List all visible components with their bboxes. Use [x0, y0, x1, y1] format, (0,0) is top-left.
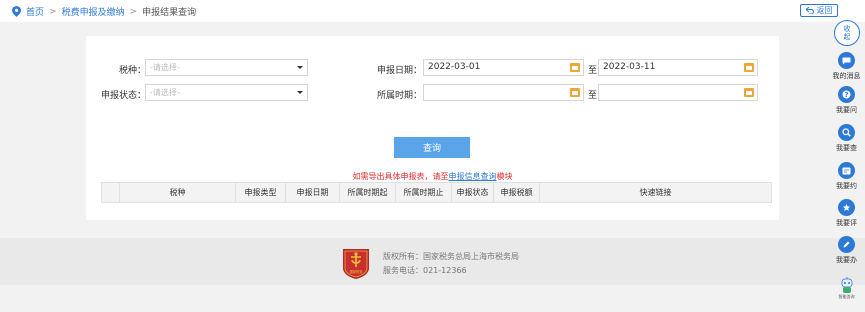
back-button-label: 返回 [816, 6, 833, 15]
pencil-icon [838, 236, 855, 253]
period-to-input[interactable] [598, 84, 758, 101]
rail-item-label: 我要约 [836, 182, 857, 190]
back-arrow-icon [805, 7, 814, 14]
declare-date-from-value: 2022-03-01 [428, 62, 481, 72]
calendar-icon[interactable] [744, 88, 754, 97]
status-select[interactable]: -请选择- [145, 84, 308, 101]
rail-item-label: 我要评 [836, 219, 857, 227]
column-header: 所属时期止 [396, 183, 452, 202]
chevron-down-icon [297, 91, 303, 94]
calendar-icon[interactable] [570, 88, 580, 97]
collapse-button[interactable]: 收 起 [834, 20, 860, 46]
query-panel: 税种： -请选择- 申报状态： -请选择- 申报日期： 2022-03-01 至… [86, 36, 779, 220]
period-range-to: 至 [588, 91, 598, 101]
top-bar: 首页 > 税费申报及缴纳 > 申报结果查询 返回 [0, 0, 865, 22]
rail-item-appointment[interactable]: 我要约 [828, 162, 865, 191]
evaluate-icon [838, 199, 855, 216]
rail-item-search[interactable]: 我要查 [828, 124, 865, 153]
copyright-text: 版权所有：国家税务总局上海市税务局 [383, 252, 519, 261]
breadcrumb-home[interactable]: 首页 [26, 5, 44, 18]
rail-item-label: 我要问 [836, 106, 857, 114]
column-header: 申报日期 [286, 183, 340, 202]
status-label: 申报状态： [100, 91, 146, 101]
question-icon: ? [838, 86, 855, 103]
back-button[interactable]: 返回 [800, 4, 838, 17]
declare-date-to-input[interactable]: 2022-03-11 [598, 59, 758, 76]
declare-date-to-value: 2022-03-11 [603, 62, 656, 72]
column-header: 申报税额 [494, 183, 540, 202]
column-header: 快速链接 [639, 188, 672, 197]
tax-type-select[interactable]: -请选择- [145, 59, 308, 76]
footer: 国家税务 版权所有：国家税务总局上海市税务局 服务电话：021-12366 [0, 238, 865, 285]
date-range-to: 至 [588, 66, 598, 76]
rail-item-label: 我要查 [836, 144, 857, 152]
rail-item-label: 我的消息 [832, 72, 861, 80]
rail-item-evaluate[interactable]: 我要评 [828, 199, 865, 228]
location-pin-icon [12, 6, 21, 17]
emblem-text: 国家税务 [350, 269, 364, 274]
breadcrumb-current: 申报结果查询 [142, 8, 197, 18]
column-header [102, 183, 120, 202]
tax-type-label: 税种： [118, 66, 146, 76]
column-header: 申报类型 [236, 183, 286, 202]
robot-assistant-label: 智能咨询 [838, 294, 855, 299]
declare-date-from-input[interactable]: 2022-03-01 [423, 59, 584, 76]
query-button[interactable]: 查询 [394, 137, 470, 158]
appointment-icon [838, 162, 855, 179]
breadcrumb: 首页 > 税费申报及缴纳 > 申报结果查询 [12, 5, 196, 18]
rail-item-handle[interactable]: 我要办 [828, 236, 865, 265]
bottom-strip [0, 285, 865, 312]
collapse-label-1: 收 [843, 25, 851, 33]
period-label: 所属时期： [376, 91, 422, 101]
chevron-down-icon [297, 66, 303, 69]
breadcrumb-separator: > [129, 6, 138, 17]
period-from-input[interactable] [423, 84, 584, 101]
declaration-info-query-link[interactable]: 申报信息查询 [449, 172, 497, 181]
collapse-label-2: 起 [843, 33, 851, 41]
results-table-header: 税种 申报类型 申报日期 所属时期起 所属时期止 申报状态 申报税额 快速链接 [101, 182, 772, 203]
robot-assistant-icon[interactable] [838, 276, 856, 294]
export-note-prefix: 如需导出具体申报表，请至 [352, 172, 449, 181]
rail-item-ask[interactable]: ? 我要问 [828, 86, 865, 115]
status-placeholder: -请选择- [150, 88, 180, 97]
breadcrumb-section[interactable]: 税费申报及缴纳 [62, 5, 125, 18]
search-icon [838, 124, 855, 141]
column-header: 所属时期起 [340, 183, 396, 202]
calendar-icon[interactable] [570, 63, 580, 72]
right-rail: 收 起 我的消息 ? 我要问 我要查 我要约 我要评 我要办 智能咨询 [828, 18, 865, 312]
export-note-suffix: 模块 [496, 172, 513, 181]
column-header: 申报状态 [452, 183, 494, 202]
svg-text:?: ? [844, 91, 848, 99]
export-note: 如需导出具体申报表，请至申报信息查询模块 [86, 171, 779, 182]
message-icon [838, 52, 855, 69]
service-phone-text: 服务电话：021-12366 [383, 266, 467, 275]
declare-date-label: 申报日期： [376, 66, 422, 76]
calendar-icon[interactable] [744, 63, 754, 72]
breadcrumb-separator: > [49, 6, 57, 17]
tax-bureau-emblem-icon: 国家税务 [343, 249, 369, 279]
column-header: 税种 [120, 183, 236, 202]
tax-type-placeholder: -请选择- [150, 63, 180, 72]
rail-item-messages[interactable]: 我的消息 [828, 52, 865, 81]
rail-item-label: 我要办 [836, 256, 857, 264]
